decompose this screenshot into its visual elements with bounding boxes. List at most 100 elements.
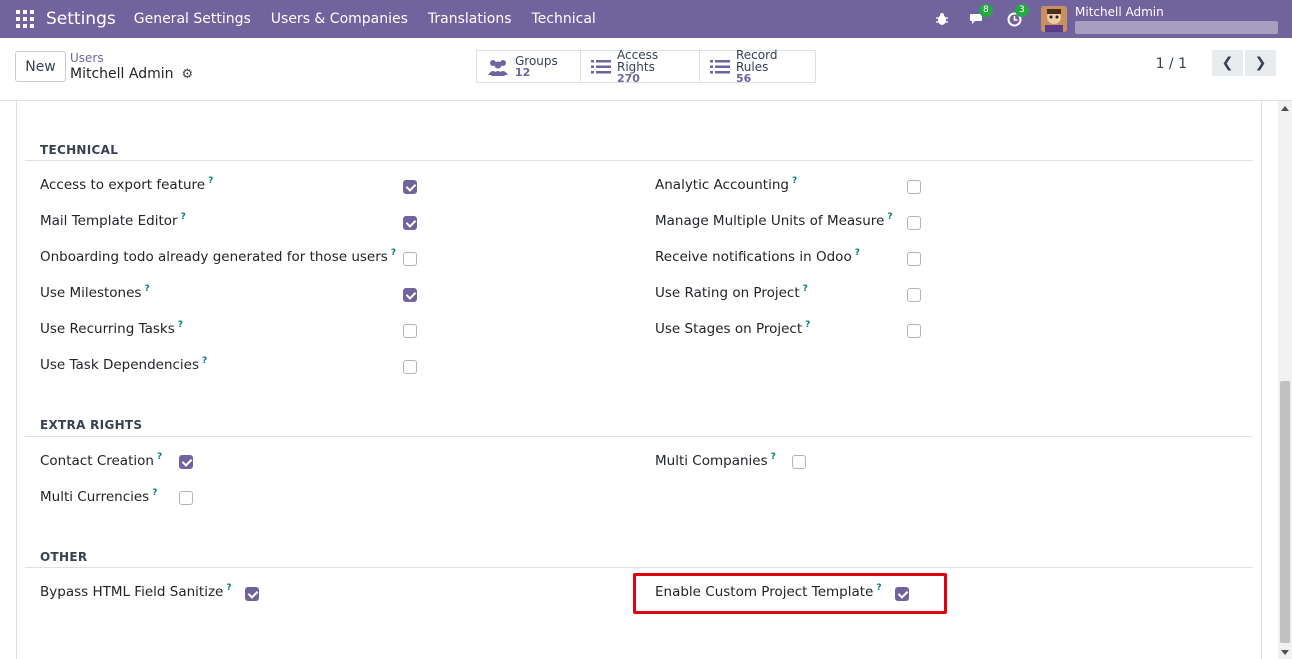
form-content: TECHNICAL Access to export feature? Mail… bbox=[0, 101, 1278, 659]
messages-badge: 8 bbox=[979, 4, 993, 17]
field-label: Analytic Accounting bbox=[655, 177, 789, 193]
database-name-blurred bbox=[1075, 20, 1278, 34]
scrollbar-thumb[interactable] bbox=[1280, 381, 1290, 643]
checkbox-onboarding-todo[interactable] bbox=[403, 252, 417, 266]
section-divider bbox=[25, 436, 1253, 437]
chevron-right-icon: ❯ bbox=[1254, 55, 1267, 71]
breadcrumb-current-label: Mitchell Admin bbox=[70, 66, 174, 82]
help-tooltip-icon[interactable]: ? bbox=[771, 452, 776, 462]
field-row: Onboarding todo already generated for th… bbox=[40, 248, 396, 265]
activities-clock-icon[interactable]: 3 bbox=[1005, 4, 1029, 28]
user-avatar[interactable] bbox=[1041, 6, 1067, 32]
messages-icon[interactable]: 8 bbox=[969, 4, 993, 28]
field-label: Use Task Dependencies bbox=[40, 357, 200, 373]
smart-buttons: Groups 12 Access Rights 270 Record Rules… bbox=[476, 47, 816, 85]
record-rules-count: 56 bbox=[736, 71, 752, 85]
highlight-box bbox=[633, 573, 947, 614]
user-name: Mitchell Admin bbox=[1075, 4, 1164, 19]
field-label: Use Stages on Project bbox=[655, 321, 803, 337]
help-tooltip-icon[interactable]: ? bbox=[855, 248, 860, 258]
field-row: Analytic Accounting? bbox=[655, 176, 797, 193]
section-divider bbox=[25, 567, 1253, 568]
help-tooltip-icon[interactable]: ? bbox=[178, 320, 183, 330]
help-tooltip-icon[interactable]: ? bbox=[887, 212, 892, 222]
pager-next-button[interactable]: ❯ bbox=[1245, 50, 1276, 76]
checkbox-notifications-odoo[interactable] bbox=[907, 252, 921, 266]
control-panel: New Users Mitchell Admin ⚙ Groups 12 Acc… bbox=[0, 38, 1292, 101]
checkbox-contact-creation[interactable] bbox=[179, 455, 193, 469]
record-rules-smart-button[interactable]: Record Rules 56 bbox=[700, 47, 815, 85]
checkbox-multi-companies[interactable] bbox=[792, 455, 806, 469]
help-tooltip-icon[interactable]: ? bbox=[792, 176, 797, 186]
help-tooltip-icon[interactable]: ? bbox=[157, 452, 162, 462]
breadcrumb-users[interactable]: Users bbox=[70, 51, 104, 65]
breadcrumb-current: Mitchell Admin ⚙ bbox=[70, 66, 193, 82]
gear-icon[interactable]: ⚙ bbox=[182, 67, 194, 82]
field-row: Use Stages on Project? bbox=[655, 320, 810, 337]
checkbox-bypass-html-sanitize[interactable] bbox=[245, 587, 259, 601]
checkbox-export-feature[interactable] bbox=[403, 180, 417, 194]
vertical-scrollbar[interactable] bbox=[1278, 101, 1292, 659]
help-tooltip-icon[interactable]: ? bbox=[391, 248, 396, 258]
help-tooltip-icon[interactable]: ? bbox=[803, 284, 808, 294]
help-tooltip-icon[interactable]: ? bbox=[181, 212, 186, 222]
section-title-technical: TECHNICAL bbox=[40, 143, 119, 157]
new-button[interactable]: New bbox=[15, 51, 66, 82]
checkbox-mail-template-editor[interactable] bbox=[403, 216, 417, 230]
help-tooltip-icon[interactable]: ? bbox=[208, 176, 213, 186]
access-rights-smart-button[interactable]: Access Rights 270 bbox=[581, 47, 700, 85]
help-tooltip-icon[interactable]: ? bbox=[144, 284, 149, 294]
debug-bug-icon[interactable] bbox=[933, 10, 951, 28]
app-brand[interactable]: Settings bbox=[46, 9, 116, 29]
checkbox-recurring-tasks[interactable] bbox=[403, 324, 417, 338]
field-label: Manage Multiple Units of Measure bbox=[655, 213, 885, 229]
scroll-down-arrow-icon[interactable] bbox=[1281, 650, 1289, 655]
help-tooltip-icon[interactable]: ? bbox=[152, 488, 157, 498]
checkbox-units-of-measure[interactable] bbox=[907, 216, 921, 230]
field-row: Multi Companies? bbox=[655, 452, 776, 469]
checkbox-stages-project[interactable] bbox=[907, 324, 921, 338]
apps-menu-icon[interactable] bbox=[16, 10, 34, 28]
menu-users-companies[interactable]: Users & Companies bbox=[271, 11, 408, 27]
field-row: Bypass HTML Field Sanitize? bbox=[40, 583, 232, 600]
field-label: Use Milestones bbox=[40, 285, 142, 301]
help-tooltip-icon[interactable]: ? bbox=[805, 320, 810, 330]
checkbox-use-milestones[interactable] bbox=[403, 288, 417, 302]
field-label: Use Rating on Project bbox=[655, 285, 800, 301]
field-label: Mail Template Editor bbox=[40, 213, 178, 229]
section-title-other: OTHER bbox=[40, 550, 88, 564]
checkbox-task-dependencies[interactable] bbox=[403, 360, 417, 374]
field-row: Access to export feature? bbox=[40, 176, 213, 193]
user-menu[interactable]: Mitchell Admin bbox=[1075, 5, 1278, 34]
field-row: Contact Creation? bbox=[40, 452, 162, 469]
field-row: Use Task Dependencies? bbox=[40, 356, 207, 373]
field-row: Manage Multiple Units of Measure? bbox=[655, 212, 893, 229]
list-icon bbox=[591, 59, 611, 75]
pager-previous-button[interactable]: ❮ bbox=[1212, 50, 1243, 76]
help-tooltip-icon[interactable]: ? bbox=[202, 356, 207, 366]
field-label: Use Recurring Tasks bbox=[40, 321, 175, 337]
chevron-left-icon: ❮ bbox=[1221, 55, 1234, 71]
pager-value[interactable]: 1 / 1 bbox=[1156, 56, 1187, 72]
menu-general-settings[interactable]: General Settings bbox=[134, 11, 251, 27]
section-divider bbox=[25, 160, 1253, 161]
access-rights-label: Access Rights bbox=[617, 47, 659, 74]
record-rules-label: Record Rules bbox=[736, 47, 778, 74]
checkbox-analytic-accounting[interactable] bbox=[907, 180, 921, 194]
groups-smart-button[interactable]: Groups 12 bbox=[477, 51, 581, 82]
menu-translations[interactable]: Translations bbox=[428, 11, 512, 27]
access-rights-count: 270 bbox=[617, 71, 640, 85]
checkbox-multi-currencies[interactable] bbox=[179, 491, 193, 505]
checkbox-rating-project[interactable] bbox=[907, 288, 921, 302]
field-row: Receive notifications in Odoo? bbox=[655, 248, 860, 265]
top-navbar: Settings General Settings Users & Compan… bbox=[0, 0, 1292, 38]
groups-label: Groups bbox=[515, 53, 558, 68]
field-row: Use Milestones? bbox=[40, 284, 150, 301]
help-tooltip-icon[interactable]: ? bbox=[226, 583, 231, 593]
menu-technical[interactable]: Technical bbox=[532, 11, 596, 27]
scroll-up-arrow-icon[interactable] bbox=[1281, 106, 1289, 111]
field-row: Use Recurring Tasks? bbox=[40, 320, 183, 337]
field-label: Receive notifications in Odoo bbox=[655, 249, 852, 265]
list-icon bbox=[710, 59, 730, 75]
field-label: Access to export feature bbox=[40, 177, 206, 193]
